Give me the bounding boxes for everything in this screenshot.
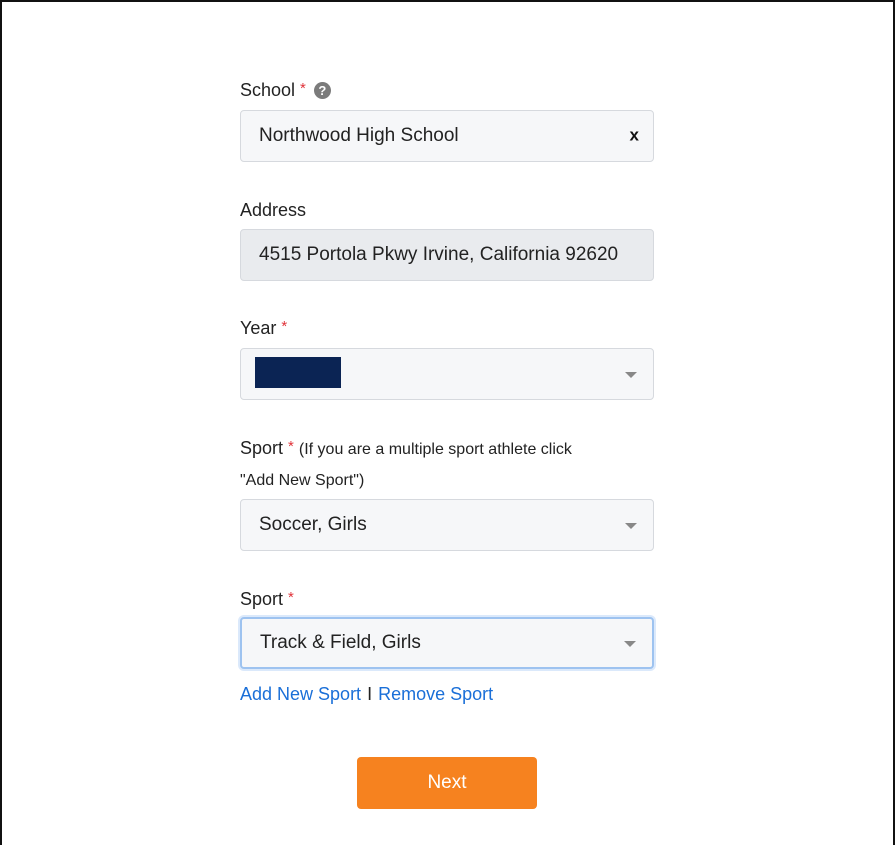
sport-2-label: Sport * bbox=[240, 589, 294, 610]
next-button[interactable]: Next bbox=[357, 757, 537, 809]
address-label-text: Address bbox=[240, 200, 307, 220]
sport-links: Add New Sport I Remove Sport bbox=[240, 684, 493, 705]
remove-sport-link[interactable]: Remove Sport bbox=[378, 684, 493, 704]
school-label-text: School bbox=[240, 80, 296, 100]
page-frame: School *? Northwood High School x Address… bbox=[0, 0, 895, 845]
school-input-value: Northwood High School bbox=[259, 125, 459, 146]
sport-2-select[interactable]: Track & Field, Girls bbox=[240, 617, 654, 669]
sport-1-select[interactable]: Soccer, Girls bbox=[240, 499, 654, 551]
sport-2-label-text: Sport bbox=[240, 589, 284, 609]
sport-1-label-text: Sport bbox=[240, 438, 284, 458]
sport-help-note-line2: "Add New Sport") bbox=[240, 472, 365, 489]
year-required-mark: * bbox=[281, 318, 288, 335]
address-input[interactable]: 4515 Portola Pkwy Irvine, California 926… bbox=[240, 229, 654, 281]
year-label-text: Year bbox=[240, 318, 277, 338]
sport-1-label: Sport * (If you are a multiple sport athl… bbox=[240, 438, 572, 459]
caret-down-icon bbox=[625, 372, 637, 378]
add-new-sport-link[interactable]: Add New Sport bbox=[240, 684, 361, 704]
school-clear-button[interactable]: x bbox=[630, 126, 639, 146]
address-input-value: 4515 Portola Pkwy Irvine, California 926… bbox=[259, 244, 619, 265]
sport-1-required-mark: * bbox=[288, 438, 294, 455]
sport-help-note-line1: (If you are a multiple sport athlete cli… bbox=[298, 441, 572, 458]
caret-down-icon bbox=[624, 641, 636, 647]
address-label: Address bbox=[240, 200, 306, 221]
caret-down-icon bbox=[625, 523, 637, 529]
school-label: School *? bbox=[240, 80, 331, 101]
redacted-value-block bbox=[255, 357, 341, 388]
school-required-mark: * bbox=[300, 80, 306, 97]
sport-2-select-value: Track & Field, Girls bbox=[260, 632, 421, 653]
school-input[interactable]: Northwood High School x bbox=[240, 110, 654, 162]
year-select[interactable] bbox=[240, 348, 654, 400]
link-separator: I bbox=[367, 684, 373, 704]
sport-1-select-value: Soccer, Girls bbox=[259, 514, 367, 535]
year-label: Year * bbox=[240, 318, 287, 339]
sport-2-required-mark: * bbox=[288, 589, 294, 606]
question-circle-icon[interactable]: ? bbox=[313, 82, 331, 99]
